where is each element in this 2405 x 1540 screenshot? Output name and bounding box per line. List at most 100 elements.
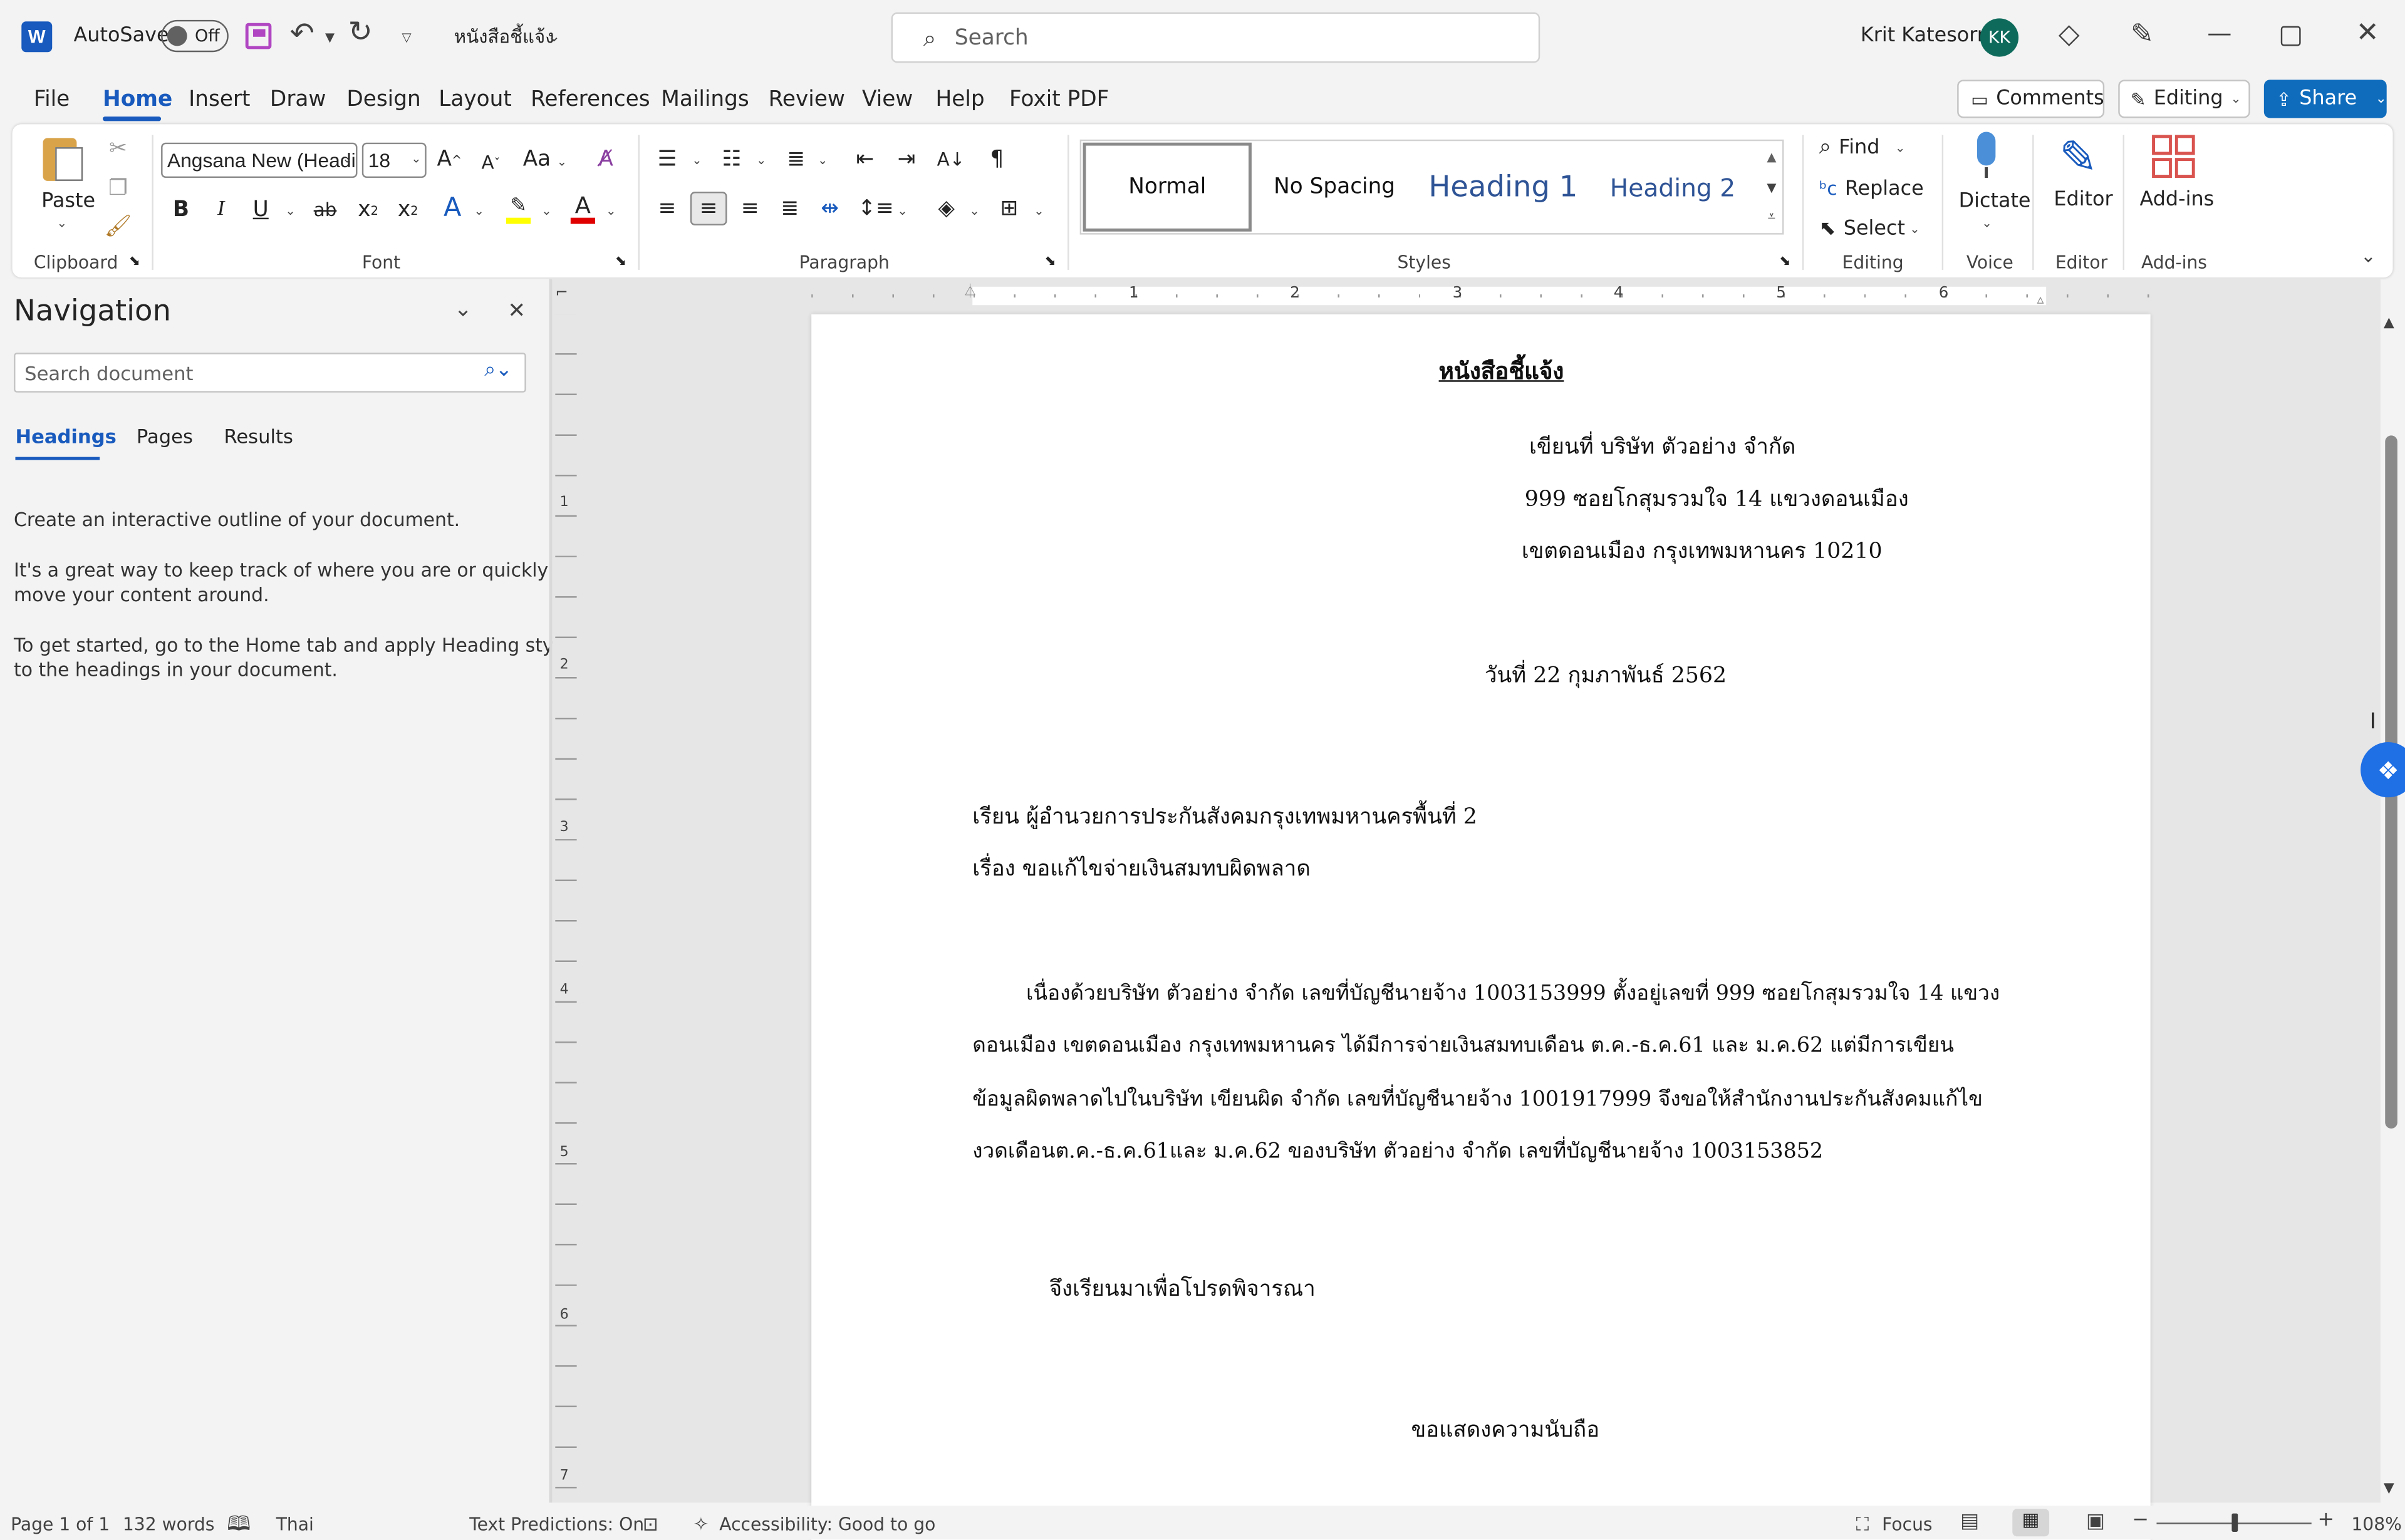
menu-home[interactable]: Home bbox=[103, 88, 172, 112]
nav-close-icon[interactable]: ✕ bbox=[507, 299, 526, 323]
justify-icon[interactable]: ≣ bbox=[774, 193, 805, 224]
highlight-icon[interactable]: ✎ bbox=[503, 190, 534, 221]
menu-design[interactable]: Design bbox=[346, 88, 420, 112]
text-effects-icon[interactable]: A bbox=[437, 193, 468, 224]
document-page[interactable] bbox=[811, 314, 2151, 1540]
align-right-icon[interactable]: ≡ bbox=[735, 193, 766, 224]
redo-icon[interactable]: ↻ bbox=[348, 15, 373, 49]
menu-view[interactable]: View bbox=[862, 88, 913, 112]
menu-draw[interactable]: Draw bbox=[270, 88, 326, 112]
editor-icon[interactable]: ✎ bbox=[2052, 131, 2104, 185]
doc-body-line-2[interactable]: ดอนเมือง เขตดอนเมือง กรุงเทพมหานคร ได้มี… bbox=[972, 1027, 1954, 1061]
zoom-out-icon[interactable]: − bbox=[2132, 1509, 2149, 1532]
doc-subject[interactable]: เรื่อง ขอแก้ไขจ่ายเงินสมทบผิดพลาด bbox=[972, 852, 1311, 886]
shading-chevron-icon[interactable]: ⌄ bbox=[969, 204, 979, 218]
zoom-slider-thumb[interactable] bbox=[2231, 1513, 2238, 1532]
undo-icon[interactable]: ↶ bbox=[290, 17, 314, 51]
underline-icon[interactable]: U bbox=[246, 195, 276, 225]
doc-title[interactable]: หนังสือชี้แจ้ง bbox=[1439, 353, 1564, 390]
styles-more-icon[interactable]: ⩡ bbox=[1761, 204, 1782, 232]
right-indent-marker-icon[interactable]: ▵ bbox=[2037, 293, 2044, 308]
zoom-in-icon[interactable]: + bbox=[2318, 1509, 2335, 1532]
doc-closing-2[interactable]: ขอแสดงความนับถือ bbox=[1411, 1413, 1600, 1447]
menu-foxit-pdf[interactable]: Foxit PDF bbox=[1009, 88, 1109, 112]
styles-launcher-icon[interactable]: ⬊ bbox=[1779, 254, 1790, 269]
dictate-label[interactable]: Dictate bbox=[1959, 190, 2031, 214]
comments-button[interactable]: ▭ Comments bbox=[1957, 80, 2105, 118]
multilevel-list-icon[interactable]: ≣ bbox=[781, 144, 811, 175]
paste-icon[interactable] bbox=[40, 132, 86, 187]
dictate-chevron-icon[interactable]: ⌄ bbox=[1982, 216, 1992, 230]
document-title[interactable]: หนังสือชี้แจ้ง bbox=[454, 23, 554, 53]
clear-formatting-icon[interactable]: A̸ bbox=[591, 144, 621, 175]
sort-icon[interactable]: A↓ bbox=[936, 144, 967, 175]
add-ins-icon[interactable] bbox=[2152, 135, 2195, 178]
styles-scroll-down-icon[interactable]: ▼ bbox=[1761, 173, 1782, 201]
nav-options-chevron-icon[interactable]: ⌄ bbox=[454, 297, 472, 322]
menu-help[interactable]: Help bbox=[936, 88, 985, 112]
decrease-indent-icon[interactable]: ⇤ bbox=[849, 144, 880, 175]
font-family-select[interactable]: Angsana New (Headi bbox=[161, 142, 358, 178]
bullets-icon[interactable]: ☰ bbox=[652, 144, 683, 175]
shrink-font-icon[interactable]: Aˇ bbox=[475, 147, 506, 178]
font-family-chevron-icon[interactable]: ⌄ bbox=[342, 152, 352, 165]
style-heading-1[interactable]: Heading 1 bbox=[1417, 143, 1589, 232]
subscript-icon[interactable]: x2 bbox=[353, 195, 383, 225]
customize-toolbar-icon[interactable]: ▽ bbox=[402, 31, 411, 44]
styles-scroll-up-icon[interactable]: ▲ bbox=[1761, 143, 1782, 170]
menu-review[interactable]: Review bbox=[769, 88, 845, 112]
copy-icon[interactable]: ❐ bbox=[104, 175, 132, 202]
status-words[interactable]: 132 words bbox=[123, 1514, 215, 1535]
indent-marker-icon[interactable]: ⏃ bbox=[964, 281, 977, 300]
minimize-icon[interactable]: — bbox=[2207, 18, 2231, 48]
multilevel-chevron-icon[interactable]: ⌄ bbox=[818, 153, 828, 167]
proofing-book-icon[interactable]: 🕮 bbox=[227, 1511, 251, 1540]
focus-icon[interactable]: ⛶ bbox=[1856, 1514, 1869, 1537]
paste-dropdown-icon[interactable]: ⌄ bbox=[57, 216, 67, 230]
menu-mailings[interactable]: Mailings bbox=[661, 88, 749, 112]
doc-date[interactable]: วันที่ 22 กุมภาพันธ์ 2562 bbox=[1485, 659, 1727, 693]
editing-mode-button[interactable]: ✎ Editing ⌄ bbox=[2118, 80, 2250, 118]
shading-icon[interactable]: ◈ bbox=[931, 193, 962, 224]
strikethrough-icon[interactable]: ab bbox=[310, 195, 341, 225]
font-launcher-icon[interactable]: ⬊ bbox=[615, 254, 626, 269]
microphone-icon[interactable] bbox=[1973, 132, 2000, 181]
doc-body-line-4[interactable]: งวดเดือนต.ค.-ธ.ค.61และ ม.ค.62 ของบริษัท … bbox=[972, 1133, 1823, 1167]
bold-icon[interactable]: B bbox=[165, 195, 196, 225]
superscript-icon[interactable]: x2 bbox=[393, 195, 423, 225]
line-spacing-icon[interactable]: ↕≡ bbox=[858, 193, 893, 224]
ribbon-collapse-icon[interactable]: ⌄ bbox=[2361, 245, 2376, 267]
highlight-chevron-icon[interactable]: ⌄ bbox=[541, 204, 551, 218]
line-spacing-chevron-icon[interactable]: ⌄ bbox=[897, 204, 907, 218]
search-box[interactable]: ⌕ Search bbox=[891, 12, 1540, 63]
bullets-chevron-icon[interactable]: ⌄ bbox=[692, 153, 702, 167]
grow-font-icon[interactable]: A ^ bbox=[434, 144, 465, 175]
doc-body-line-1[interactable]: เนื่องด้วยบริษัท ตัวอย่าง จำกัด เลขที่บั… bbox=[1026, 975, 2000, 1009]
web-layout-icon[interactable]: ▣ bbox=[2086, 1511, 2105, 1534]
doc-address-line-2[interactable]: 999 ซอยโกสุมรวมใจ 14 แขวงดอนเมือง bbox=[1525, 483, 1909, 517]
select-button[interactable]: ⬉ Select ⌄ bbox=[1819, 215, 1920, 242]
change-case-icon[interactable]: Aa bbox=[520, 144, 554, 175]
undo-dropdown-icon[interactable]: ▼ bbox=[325, 31, 335, 44]
borders-chevron-icon[interactable]: ⌄ bbox=[1034, 204, 1044, 218]
diamond-icon[interactable]: ◇ bbox=[2059, 18, 2080, 50]
style-heading-2[interactable]: Heading 2 bbox=[1592, 143, 1753, 232]
autosave-toggle[interactable]: Off bbox=[161, 19, 229, 53]
paste-label[interactable]: Paste bbox=[41, 190, 95, 214]
scroll-up-icon[interactable]: ▲ bbox=[2384, 316, 2394, 331]
status-page[interactable]: Page 1 of 1 bbox=[11, 1514, 110, 1535]
doc-recipient[interactable]: เรียน ผู้อำนวยการประกันสังคมกรุงเทพมหานค… bbox=[972, 800, 1477, 834]
status-accessibility[interactable]: Accessibility: Good to go bbox=[719, 1514, 935, 1535]
doc-address-line-1[interactable]: เขียนที่ บริษัท ตัวอย่าง จำกัด bbox=[1529, 431, 1795, 465]
align-center-icon[interactable]: ≡ bbox=[690, 192, 727, 225]
menu-file[interactable]: File bbox=[34, 88, 70, 112]
menu-references[interactable]: References bbox=[531, 88, 650, 112]
numbering-icon[interactable]: ☷ bbox=[716, 144, 747, 175]
search-document-input[interactable]: Search document ⌕⌄ bbox=[14, 353, 526, 393]
status-focus[interactable]: Focus bbox=[1882, 1514, 1932, 1535]
style-no-spacing[interactable]: No Spacing bbox=[1255, 143, 1415, 232]
pen-icon[interactable]: ✎ bbox=[2131, 18, 2154, 50]
read-mode-icon[interactable]: ▤ bbox=[1960, 1511, 1979, 1534]
style-normal[interactable]: Normal bbox=[1083, 142, 1252, 232]
text-effects-chevron-icon[interactable]: ⌄ bbox=[474, 204, 484, 218]
